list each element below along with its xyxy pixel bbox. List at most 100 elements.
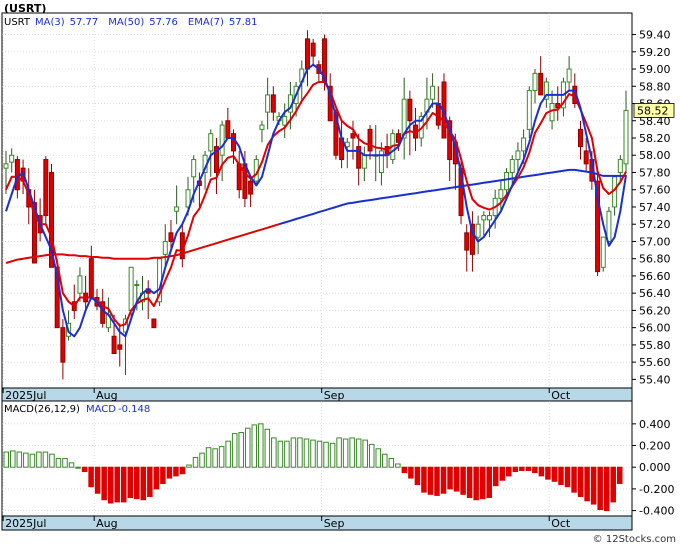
macd-bar	[610, 466, 616, 503]
macd-bar	[303, 438, 310, 468]
macd-bar	[114, 466, 120, 503]
candle-body	[521, 137, 527, 152]
price-tick-label: 57.00	[639, 235, 671, 248]
candle-body	[515, 150, 521, 161]
price-date-label: Sep	[324, 389, 345, 402]
candle-body	[498, 189, 504, 199]
macd-bar	[290, 437, 297, 468]
macd-bar	[231, 433, 238, 468]
macd-bar	[545, 466, 551, 480]
macd-tick-label: 0.000	[639, 461, 671, 474]
macd-bar	[264, 428, 271, 468]
price-tick-label: 57.20	[639, 218, 671, 231]
candle-body	[60, 327, 66, 363]
macd-bar	[577, 466, 584, 497]
macd-bar	[238, 432, 244, 468]
candle-body	[378, 150, 384, 173]
macd-bar	[336, 437, 342, 468]
macd-bar	[101, 466, 107, 501]
candle-body	[356, 146, 362, 169]
price-tick-label: 56.60	[639, 270, 671, 283]
candle-body	[191, 159, 197, 178]
macd-bar	[212, 448, 218, 468]
candle-body	[350, 133, 356, 139]
macd-date-label: 2025Jul	[5, 517, 46, 530]
macd-bar	[558, 466, 564, 486]
candle-body	[134, 284, 140, 287]
candle-body	[464, 232, 470, 251]
candle-body	[43, 159, 49, 217]
candle-body	[617, 159, 623, 173]
macd-bar	[355, 438, 362, 468]
macd-bar	[414, 466, 421, 486]
candle-body	[128, 266, 134, 311]
macd-bar	[388, 458, 395, 468]
macd-bar	[75, 466, 81, 469]
macd-bar	[94, 466, 101, 494]
macd-bar	[316, 440, 323, 468]
price-tick-label: 56.00	[639, 322, 671, 335]
price-date-label: Aug	[96, 389, 117, 402]
candle-body	[3, 163, 9, 169]
macd-bar	[375, 448, 382, 468]
macd-bar	[36, 451, 42, 468]
macd-panel: 0.400 0.200 0.000 -0.200 -0.400 MACD(26,12,9)…	[1, 400, 674, 531]
macd-tick-label: -0.400	[639, 505, 674, 518]
watermark: © 12Stocks.com	[593, 534, 676, 545]
legend-value: 57.77	[70, 17, 99, 28]
candle-body	[77, 275, 83, 294]
macd-bar	[506, 466, 512, 477]
candle-body	[623, 109, 629, 165]
price-tick-label: 57.80	[639, 166, 671, 179]
price-tick-label: 58.80	[639, 80, 671, 93]
price-date-label: 2025Jul	[5, 389, 46, 402]
candle-body	[538, 72, 544, 96]
macd-bar	[603, 466, 610, 512]
macd-bar	[225, 440, 231, 468]
macd-bar	[525, 466, 532, 471]
macd-bar	[160, 466, 166, 484]
macd-bar	[153, 466, 160, 490]
macd-bar	[421, 466, 427, 493]
macd-bar	[362, 439, 368, 468]
macd-bar	[199, 452, 205, 468]
macd-bar	[512, 466, 519, 473]
legend-value: 57.76	[149, 17, 178, 28]
macd-bar	[479, 466, 486, 500]
macd-bar	[519, 466, 525, 471]
legend-name: EMA(7)	[188, 17, 224, 28]
macd-bar	[120, 466, 127, 503]
candle-body	[600, 236, 606, 268]
macd-bar	[218, 446, 225, 468]
macd-date-label: Oct	[551, 517, 571, 530]
candle-body	[407, 98, 413, 122]
macd-bar	[427, 466, 434, 495]
candle-body	[509, 159, 515, 173]
stock-chart: 55.40 55.60 55.80 56.00 56.20 56.40 56.60 56.80…	[1, 2, 676, 545]
candle-body	[208, 133, 214, 152]
macd-bar	[492, 466, 499, 487]
macd-bar	[166, 466, 173, 479]
macd-bar	[258, 423, 264, 468]
macd-bar	[284, 440, 290, 468]
macd-bar	[382, 453, 388, 468]
legend-value: 57.81	[229, 17, 258, 28]
macd-bar	[447, 466, 453, 490]
macd-date-label: Sep	[324, 517, 345, 530]
macd-bar	[277, 440, 284, 468]
candle-body	[566, 68, 572, 83]
price-tick-label: 57.40	[639, 201, 671, 214]
macd-legend-value: -0.148	[118, 404, 150, 415]
candle-body	[162, 240, 168, 255]
last-price-label: 58.52	[637, 104, 669, 117]
macd-bar	[590, 466, 597, 505]
candle-body	[304, 38, 310, 70]
macd-bar	[251, 424, 258, 468]
macd-bar	[147, 466, 153, 497]
candle-body	[532, 72, 538, 92]
candle-body	[9, 154, 15, 163]
candle-body	[310, 42, 316, 57]
macd-bar	[342, 438, 349, 468]
macd-bar	[179, 466, 186, 475]
macd-bar	[49, 453, 55, 468]
